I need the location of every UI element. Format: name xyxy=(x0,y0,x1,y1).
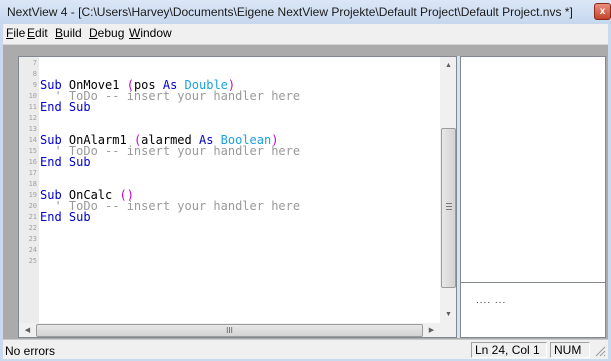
line-number: 15 xyxy=(28,147,37,155)
line-number: 24 xyxy=(28,246,37,254)
line-number: 10 xyxy=(28,92,37,100)
code-editor[interactable]: 7 8 9 Sub OnMove1 (pos As Double) 10 ' ToDo … xyxy=(18,56,457,338)
code-text: End Sub xyxy=(40,155,91,169)
code-token: Sub xyxy=(68,210,91,224)
title-bar[interactable]: NextView 4 - [C:\Users\Harvey\Documents\… xyxy=(0,0,611,24)
code-token: End xyxy=(40,155,62,169)
mdi-client-area: 7 8 9 Sub OnMove1 (pos As Double) 10 ' ToDo … xyxy=(3,45,608,339)
menu-window[interactable]: Window xyxy=(129,26,172,40)
grip-line xyxy=(446,209,452,210)
line-number: 23 xyxy=(28,235,37,243)
scroll-left-arrow-icon[interactable]: ◀ xyxy=(19,323,36,337)
close-icon: x xyxy=(599,6,606,17)
status-num-lock: NUM xyxy=(550,342,590,358)
menu-debug[interactable]: Debug xyxy=(89,26,124,40)
code-line[interactable]: 21 End Sub xyxy=(19,210,439,224)
code-line[interactable]: 23 xyxy=(19,234,439,245)
grip-line xyxy=(446,206,452,207)
status-message: No errors xyxy=(5,344,56,358)
horizontal-scrollbar[interactable]: ◀ III ▶ xyxy=(19,323,440,337)
status-cursor-position: Ln 24, Col 1 xyxy=(471,342,547,358)
line-number: 17 xyxy=(28,169,37,177)
tree-item[interactable]: .... ... xyxy=(476,295,506,306)
code-token: Sub xyxy=(68,100,91,114)
vertical-scrollbar[interactable]: ▲ ▼ xyxy=(440,57,456,323)
code-token: End xyxy=(40,210,62,224)
side-panel-bottom[interactable]: .... ... xyxy=(460,282,606,338)
close-button[interactable]: x xyxy=(594,3,611,20)
menu-edit[interactable]: Edit xyxy=(27,26,48,40)
code-text: End Sub xyxy=(40,210,91,224)
code-line[interactable]: 12 xyxy=(19,113,439,124)
code-line[interactable]: 25 xyxy=(19,256,439,267)
code-line[interactable]: 16 End Sub xyxy=(19,155,439,169)
code-text: End Sub xyxy=(40,100,91,114)
code-line[interactable]: 7 xyxy=(19,58,439,69)
line-number: 11 xyxy=(28,103,37,111)
line-number: 8 xyxy=(32,70,37,78)
line-number: 21 xyxy=(28,213,37,221)
line-number: 19 xyxy=(28,191,37,199)
line-number: 18 xyxy=(28,180,37,188)
horizontal-scroll-thumb[interactable]: III xyxy=(36,324,423,337)
line-number: 20 xyxy=(28,202,37,210)
vertical-scroll-thumb[interactable] xyxy=(441,128,456,288)
line-number: 22 xyxy=(28,224,37,232)
line-number: 25 xyxy=(28,257,37,265)
line-number: 12 xyxy=(28,114,37,122)
scrollbar-corner xyxy=(440,323,456,337)
side-panel-top[interactable] xyxy=(460,56,606,283)
line-number: 13 xyxy=(28,125,37,133)
code-line[interactable]: 24 xyxy=(19,245,439,256)
line-number: 14 xyxy=(28,136,37,144)
app-window: NextView 4 - [C:\Users\Harvey\Documents\… xyxy=(0,0,611,361)
code-line[interactable]: 17 xyxy=(19,168,439,179)
menu-bar: File Edit Build Debug Window xyxy=(3,24,608,45)
menu-file[interactable]: File xyxy=(6,26,25,40)
status-bar: No errors Ln 24, Col 1 NUM xyxy=(3,339,608,359)
grip-line xyxy=(446,203,452,204)
code-line[interactable]: 22 xyxy=(19,223,439,234)
code-line[interactable]: 11 End Sub xyxy=(19,100,439,114)
scroll-up-arrow-icon[interactable]: ▲ xyxy=(440,57,456,74)
line-number: 9 xyxy=(32,81,37,89)
code-token: End xyxy=(40,100,62,114)
scroll-down-arrow-icon[interactable]: ▼ xyxy=(440,306,456,323)
line-number: 16 xyxy=(28,158,37,166)
resize-grip-icon[interactable] xyxy=(593,344,606,357)
scroll-right-arrow-icon[interactable]: ▶ xyxy=(423,323,440,337)
window-title: NextView 4 - [C:\Users\Harvey\Documents\… xyxy=(7,5,573,19)
code-token: Sub xyxy=(68,155,91,169)
menu-build[interactable]: Build xyxy=(55,26,82,40)
line-number: 7 xyxy=(32,59,37,67)
